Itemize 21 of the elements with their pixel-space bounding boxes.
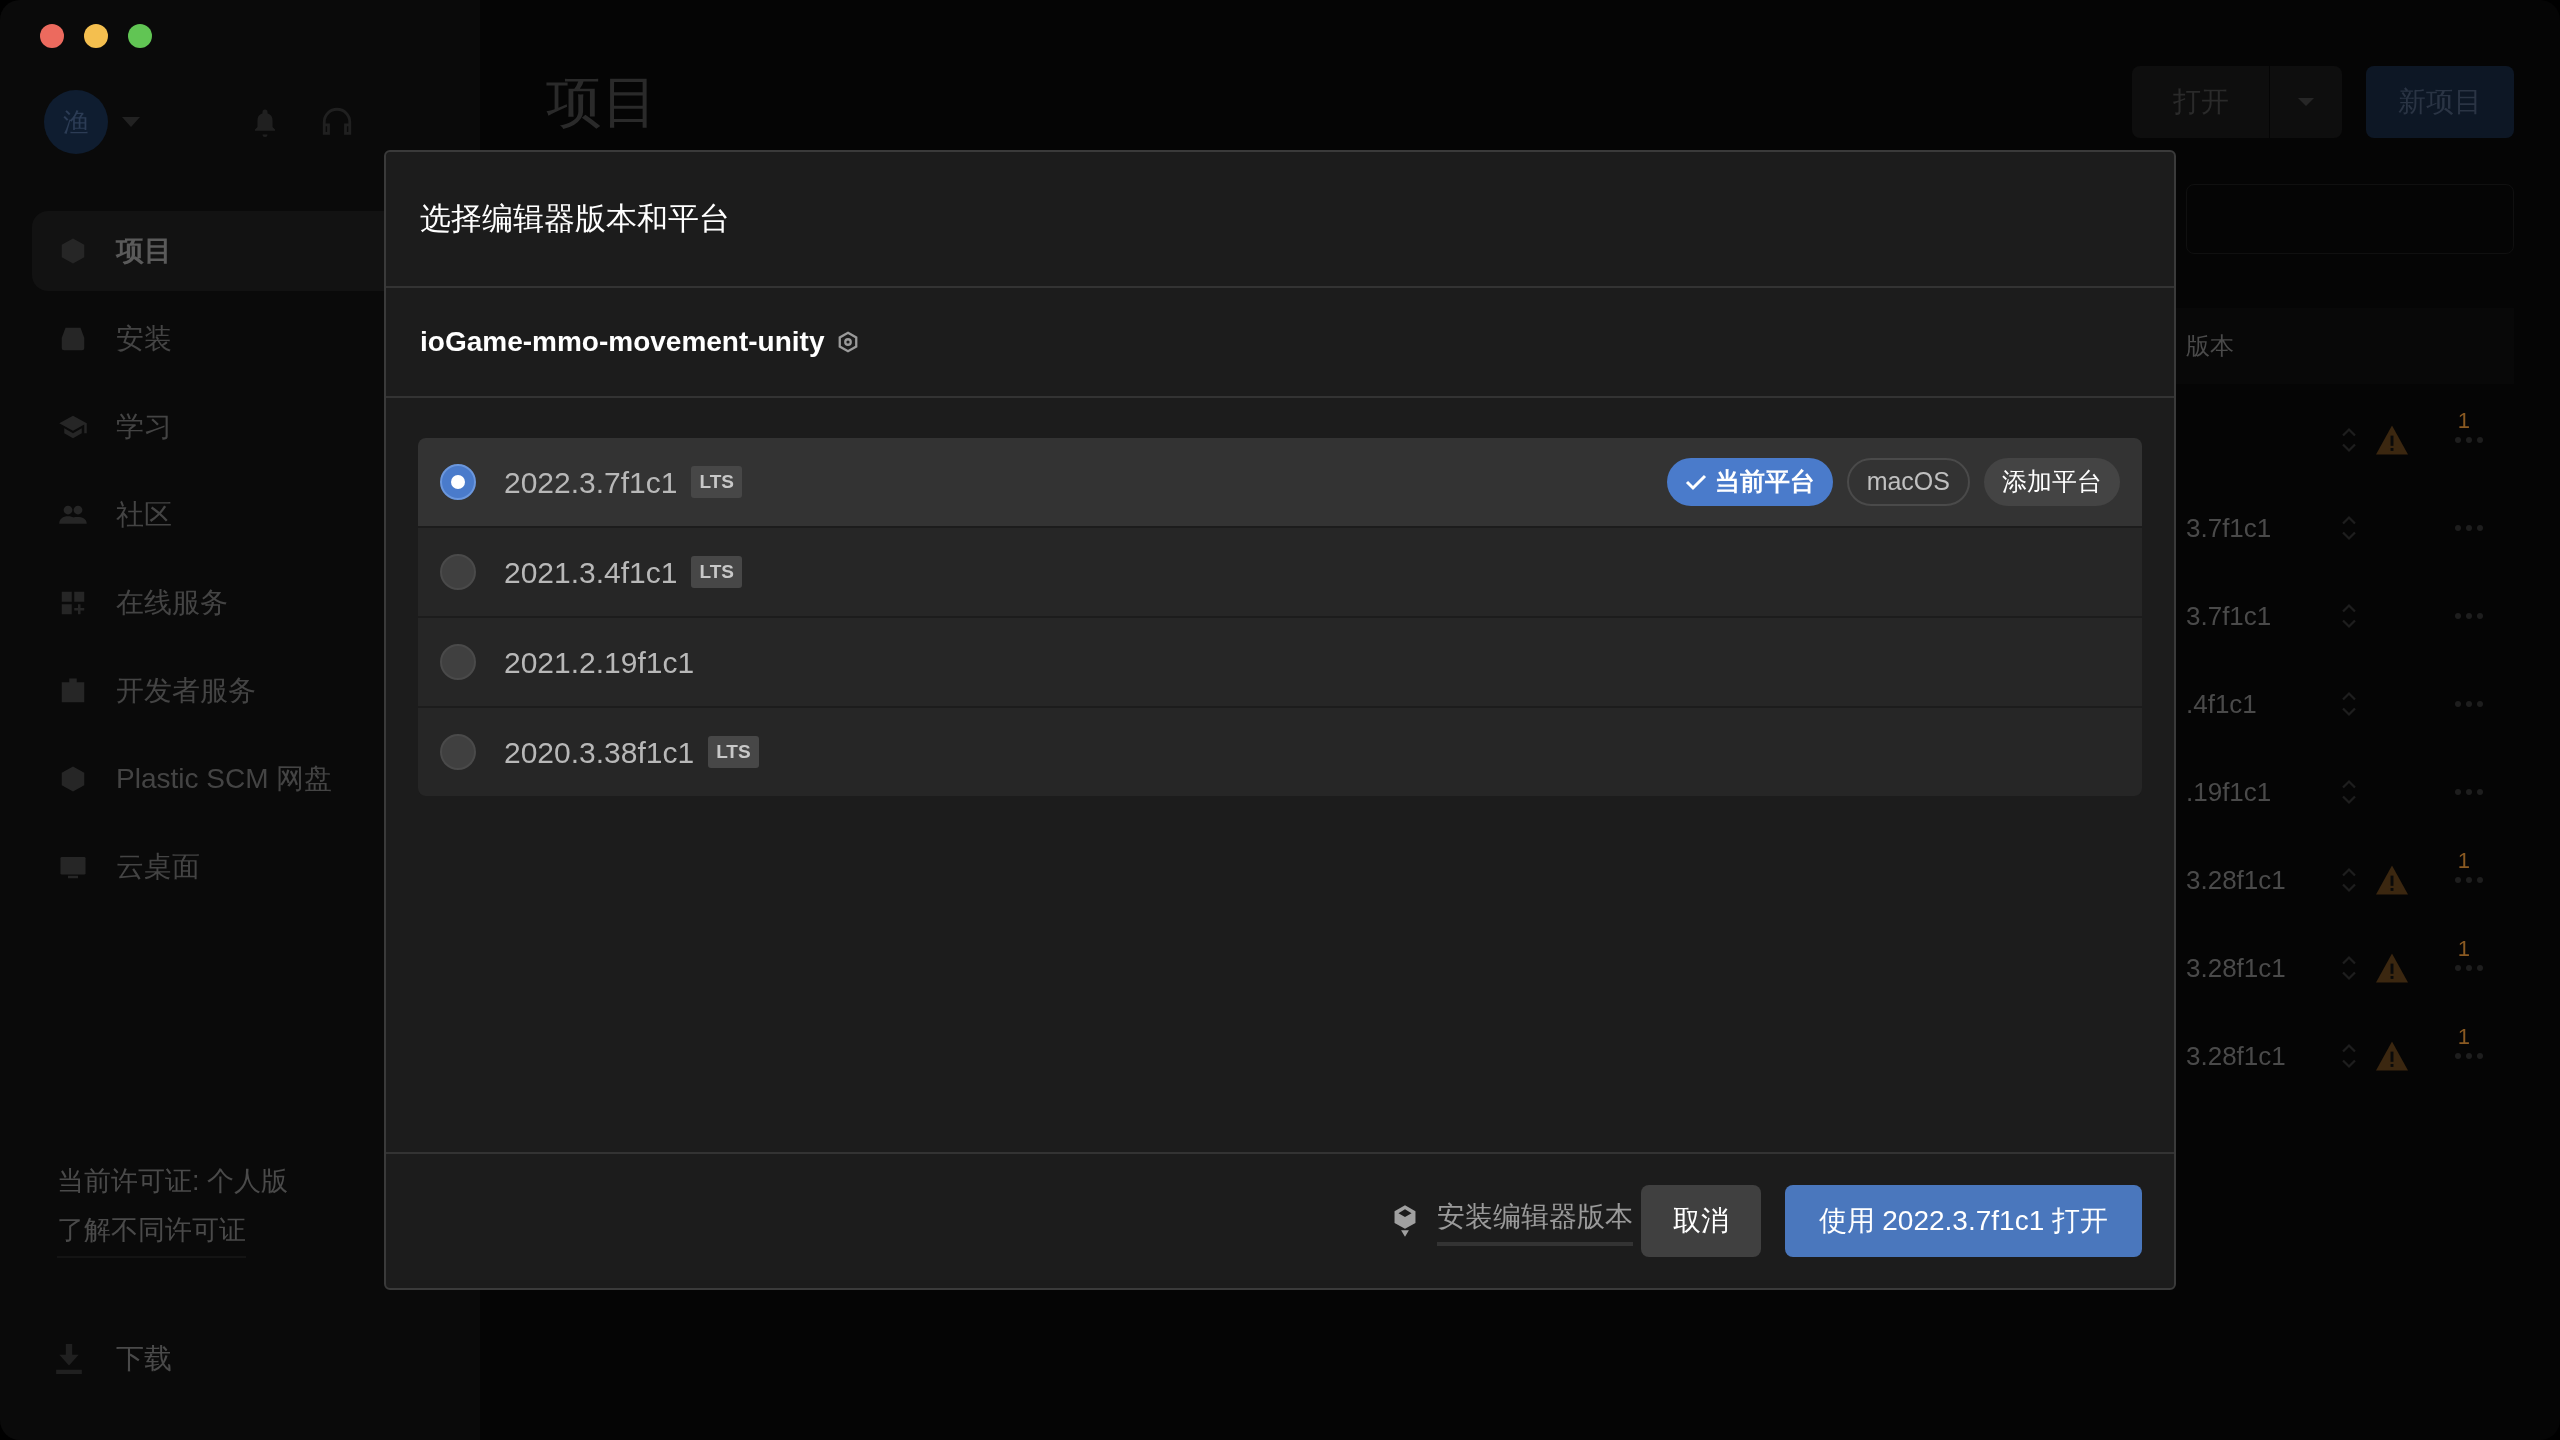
column-header: 版本 xyxy=(2186,331,2234,361)
license-text: 当前许可证: 个人版 xyxy=(56,1165,289,1198)
version-cell-text: 3.7f1c1 xyxy=(2186,511,2273,545)
warning-count: 1 xyxy=(2457,1023,2470,1051)
warning-count: 1 xyxy=(2457,407,2470,435)
version-cell-text: 3.28f1c1 xyxy=(2186,1039,2287,1073)
version-cell-text: 3.28f1c1 xyxy=(2186,863,2287,897)
version-cell-text: 3.7f1c1 xyxy=(2186,599,2273,633)
warning-count: 1 xyxy=(2457,935,2470,963)
version-cell-text: .19f1c1 xyxy=(2186,775,2273,809)
version-label: 2021.2.19f1c1 xyxy=(504,644,695,681)
warning-count: 1 xyxy=(2457,847,2470,875)
version-label: 2020.3.38f1c1 xyxy=(504,734,695,771)
project-name: ioGame-mmo-movement-unity xyxy=(420,325,825,359)
version-cell-text: .4f1c1 xyxy=(2186,687,2258,721)
lts-badge: LTS xyxy=(691,465,742,499)
lts-badge: LTS xyxy=(691,555,742,589)
version-cell-text: 3.28f1c1 xyxy=(2186,951,2287,985)
version-label: 2022.3.7f1c1 xyxy=(504,464,678,501)
lts-badge: LTS xyxy=(708,735,759,769)
version-label: 2021.3.4f1c1 xyxy=(504,554,678,591)
